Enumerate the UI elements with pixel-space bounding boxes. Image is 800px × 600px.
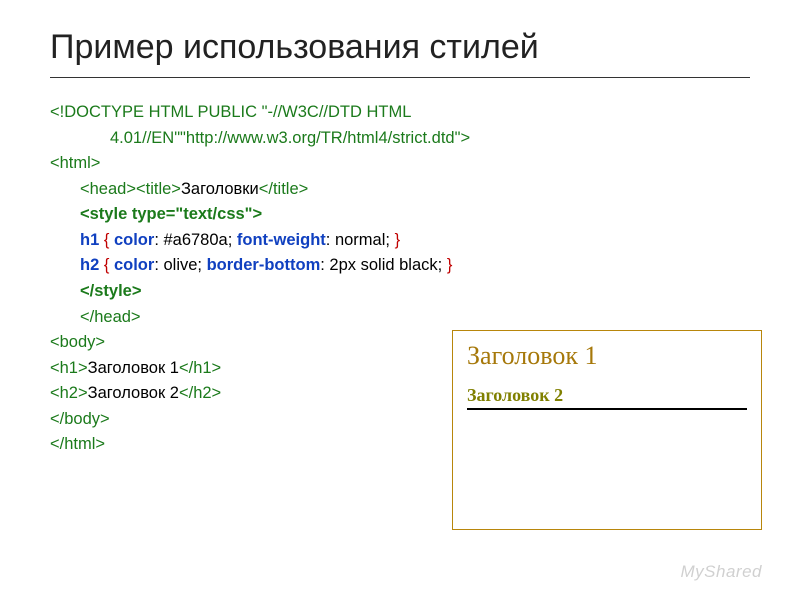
css-prop: font-weight	[237, 231, 326, 249]
preview-heading-2: Заголовок 2	[467, 385, 747, 410]
code-text: Заголовок 1	[88, 359, 179, 377]
selector: h2	[80, 256, 99, 274]
code-line: </html>	[50, 435, 105, 453]
code-line: <body>	[50, 333, 105, 351]
selector: h1	[80, 231, 99, 249]
rendered-preview: Заголовок 1 Заголовок 2	[452, 330, 762, 530]
preview-heading-1: Заголовок 1	[467, 341, 747, 371]
css-val: : 2px solid black;	[320, 256, 447, 274]
css-val: : normal;	[326, 231, 395, 249]
code-line: <html>	[50, 154, 100, 172]
watermark: MyShared	[681, 562, 762, 582]
code-line: <head><title>	[80, 180, 181, 198]
code-line: <h1>	[50, 359, 88, 377]
css-val: : olive;	[154, 256, 206, 274]
css-val: : #a6780a;	[154, 231, 237, 249]
code-line: 4.01//EN""http://www.w3.org/TR/html4/str…	[110, 129, 470, 147]
style-close-tag: </style>	[80, 282, 141, 300]
code-text: Заголовок 2	[88, 384, 179, 402]
slide-title: Пример использования стилей	[50, 28, 750, 78]
code-line: </h1>	[179, 359, 221, 377]
brace: }	[447, 256, 453, 274]
code-line: </h2>	[179, 384, 221, 402]
code-line: </body>	[50, 410, 110, 428]
code-line: <h2>	[50, 384, 88, 402]
code-line: </head>	[80, 308, 141, 326]
brace: }	[395, 231, 401, 249]
css-prop: border-bottom	[207, 256, 321, 274]
css-prop: color	[114, 256, 154, 274]
style-open-tag: <style type="text/css">	[80, 205, 262, 223]
brace: {	[104, 256, 110, 274]
brace: {	[104, 231, 110, 249]
code-line: <!DOCTYPE HTML PUBLIC "-//W3C//DTD HTML	[50, 103, 411, 121]
code-text: Заголовки	[181, 180, 259, 198]
css-prop: color	[114, 231, 154, 249]
code-line: </title>	[259, 180, 309, 198]
